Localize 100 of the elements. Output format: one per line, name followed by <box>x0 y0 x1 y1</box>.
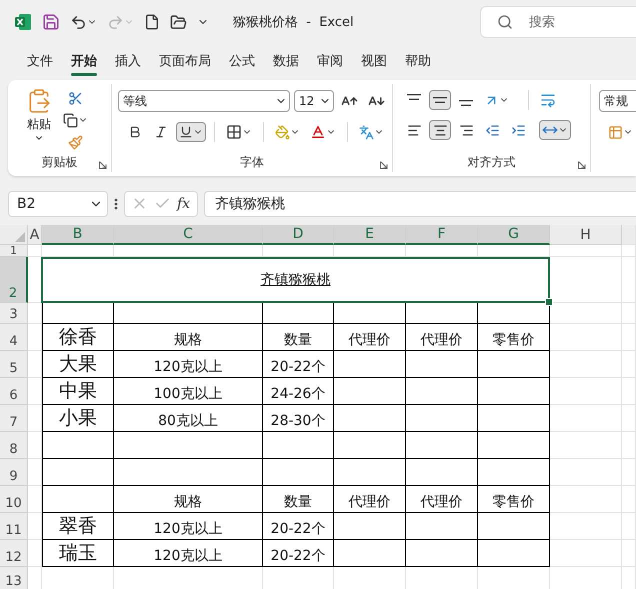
grid-cell[interactable] <box>28 405 42 432</box>
row-header[interactable]: 3 <box>0 303 28 324</box>
table-cell[interactable]: 代理价 <box>334 486 406 513</box>
table-cell[interactable] <box>114 459 263 486</box>
grid-cell[interactable] <box>622 351 636 378</box>
grid-cell[interactable] <box>622 245 636 257</box>
increase-indent-icon[interactable] <box>510 122 526 138</box>
grid-cell[interactable] <box>550 405 622 432</box>
menu-tab[interactable]: 插入 <box>106 46 150 76</box>
table-cell[interactable]: 徐香 <box>42 324 114 351</box>
menu-tab[interactable]: 文件 <box>18 46 62 76</box>
table-cell[interactable] <box>334 351 406 378</box>
row-header[interactable]: 6 <box>0 378 28 405</box>
grid-cell[interactable] <box>28 540 42 567</box>
grid-cell[interactable] <box>42 245 114 257</box>
cut-icon[interactable] <box>68 90 83 106</box>
fill-handle[interactable] <box>545 298 553 306</box>
wrap-text-icon[interactable] <box>540 92 556 108</box>
align-center-button[interactable] <box>429 120 451 140</box>
grid-cell[interactable] <box>28 245 42 257</box>
table-cell[interactable] <box>114 303 263 324</box>
menu-tab[interactable]: 视图 <box>352 46 396 76</box>
row-header[interactable]: 7 <box>0 405 28 432</box>
grid-cell[interactable] <box>550 324 622 351</box>
grid-cell[interactable] <box>622 459 636 486</box>
column-header[interactable]: H <box>550 225 622 245</box>
column-header[interactable]: D <box>263 225 334 245</box>
table-cell[interactable] <box>406 405 478 432</box>
grid-cell[interactable] <box>550 245 622 257</box>
grid-cell[interactable] <box>28 513 42 540</box>
grid-cell[interactable] <box>550 257 622 303</box>
save-icon[interactable] <box>42 13 60 31</box>
row-header[interactable]: 11 <box>0 513 28 540</box>
grid-cell[interactable] <box>28 303 42 324</box>
table-cell[interactable]: 20-22个 <box>263 351 334 378</box>
table-cell[interactable] <box>406 459 478 486</box>
grid-cell[interactable] <box>114 245 263 257</box>
table-cell[interactable]: 数量 <box>263 324 334 351</box>
table-cell[interactable]: 大果 <box>42 351 114 378</box>
grid-cell[interactable] <box>550 513 622 540</box>
table-cell[interactable]: 24-26个 <box>263 378 334 405</box>
format-painter-icon[interactable] <box>68 134 83 150</box>
align-right-icon[interactable] <box>458 122 474 138</box>
table-cell[interactable] <box>334 405 406 432</box>
grid-cell[interactable] <box>28 486 42 513</box>
grid-cell[interactable] <box>622 303 636 324</box>
row-header[interactable]: 12 <box>0 540 28 567</box>
table-cell[interactable] <box>42 432 114 459</box>
row-header[interactable]: 10 <box>0 486 28 513</box>
paste-button[interactable]: 粘贴 <box>8 84 60 154</box>
table-cell[interactable]: 小果 <box>42 405 114 432</box>
search-field[interactable]: 搜索 <box>480 6 636 38</box>
table-cell[interactable] <box>406 378 478 405</box>
column-header[interactable]: B <box>42 225 114 245</box>
table-cell[interactable] <box>263 459 334 486</box>
italic-icon[interactable] <box>154 125 168 139</box>
menu-tab[interactable]: 审阅 <box>308 46 352 76</box>
table-cell[interactable]: 100克以上 <box>114 378 263 405</box>
grid-cell[interactable] <box>622 378 636 405</box>
table-cell[interactable] <box>406 303 478 324</box>
table-cell[interactable] <box>334 378 406 405</box>
table-cell[interactable]: 80克以上 <box>114 405 263 432</box>
grid-cell[interactable] <box>478 245 550 257</box>
grid-cell[interactable] <box>622 324 636 351</box>
column-header[interactable]: A <box>28 225 42 245</box>
table-cell[interactable]: 120克以上 <box>114 513 263 540</box>
decrease-indent-icon[interactable] <box>484 122 500 138</box>
column-header[interactable]: G <box>478 225 550 245</box>
new-file-icon[interactable] <box>144 14 160 30</box>
table-cell[interactable]: 中果 <box>42 378 114 405</box>
grid-cell[interactable] <box>622 257 636 303</box>
column-header[interactable]: E <box>334 225 406 245</box>
column-header[interactable]: C <box>114 225 263 245</box>
table-cell[interactable] <box>334 303 406 324</box>
align-left-icon[interactable] <box>406 122 422 138</box>
table-cell[interactable] <box>406 513 478 540</box>
menu-tab[interactable]: 开始 <box>62 46 106 76</box>
grid-cell[interactable] <box>550 486 622 513</box>
grid-cell[interactable] <box>622 405 636 432</box>
table-cell[interactable]: 规格 <box>114 486 263 513</box>
table-cell[interactable]: 代理价 <box>406 486 478 513</box>
table-cell[interactable] <box>42 486 114 513</box>
grid-cell[interactable] <box>28 351 42 378</box>
grid-cell[interactable] <box>550 303 622 324</box>
table-cell[interactable]: 数量 <box>263 486 334 513</box>
row-header[interactable]: 13 <box>0 567 28 589</box>
dialog-launcher-icon[interactable] <box>578 161 586 169</box>
table-cell[interactable]: 120克以上 <box>114 351 263 378</box>
table-cell[interactable] <box>114 432 263 459</box>
menu-tab[interactable]: 公式 <box>220 46 264 76</box>
grid-cell[interactable] <box>550 540 622 567</box>
underline-button[interactable] <box>176 122 206 142</box>
table-cell[interactable] <box>334 432 406 459</box>
table-cell[interactable] <box>406 351 478 378</box>
table-cell[interactable]: 翠香 <box>42 513 114 540</box>
row-header[interactable]: 8 <box>0 432 28 459</box>
row-header[interactable]: 9 <box>0 459 28 486</box>
font-name-field[interactable]: 等线 <box>118 90 290 112</box>
dialog-launcher-icon[interactable] <box>380 161 388 169</box>
table-cell[interactable] <box>334 513 406 540</box>
